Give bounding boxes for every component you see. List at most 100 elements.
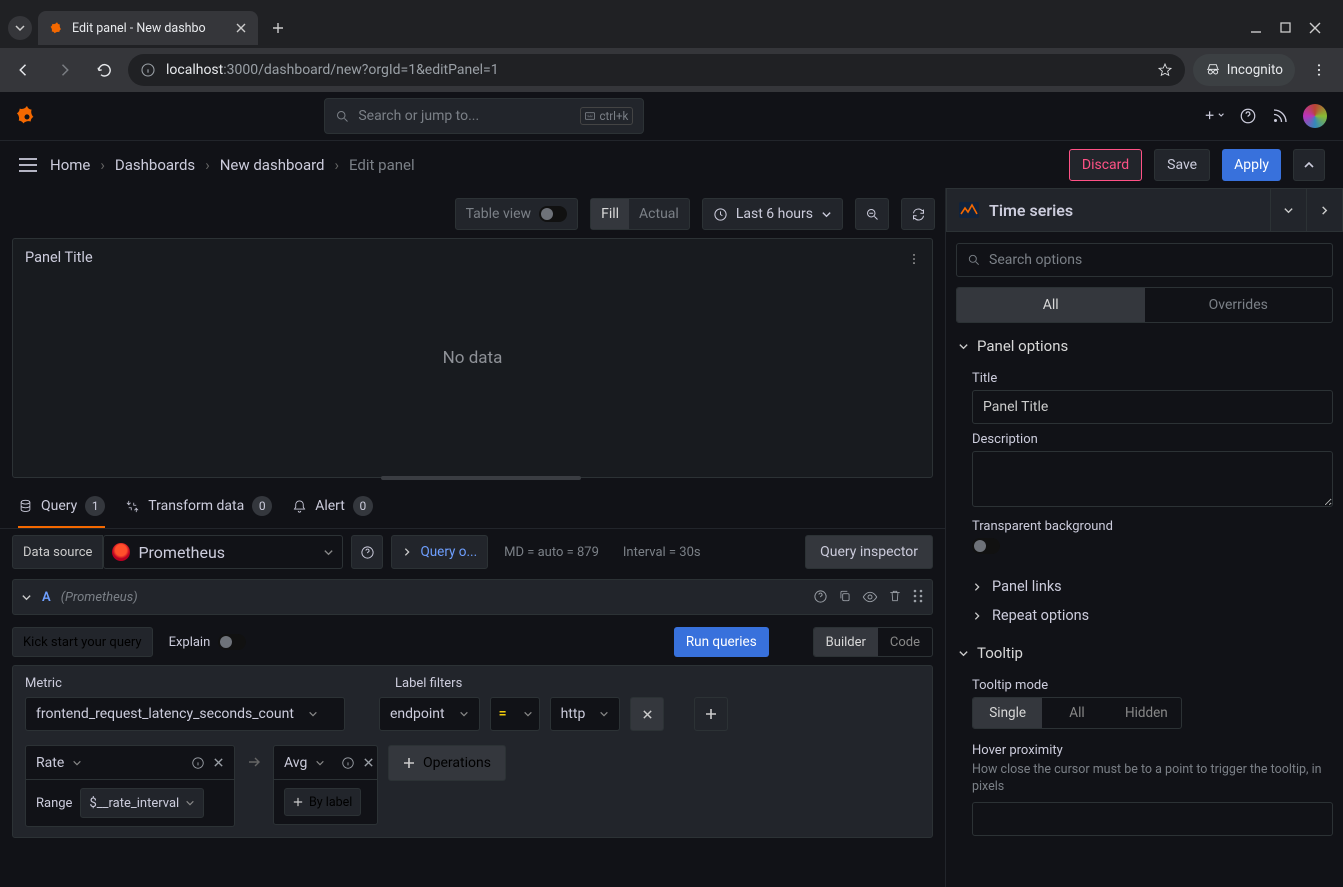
options-tabs[interactable]: All Overrides xyxy=(956,287,1333,323)
hover-prox-input[interactable] xyxy=(972,802,1333,836)
delete-query[interactable] xyxy=(888,589,902,605)
url-path: :3000/dashboard/new?orgId=1&editPanel=1 xyxy=(223,62,498,78)
time-range-picker[interactable]: Last 6 hours xyxy=(702,198,843,230)
close-window-button[interactable] xyxy=(1309,22,1321,34)
user-avatar[interactable] xyxy=(1303,104,1327,128)
explain-toggle[interactable] xyxy=(218,634,246,650)
tooltip-header[interactable]: Tooltip xyxy=(956,630,1333,670)
label-key-select[interactable]: endpoint xyxy=(379,697,480,731)
transparent-toggle[interactable] xyxy=(972,538,1000,554)
hamburger-icon xyxy=(18,158,38,172)
kickstart-button[interactable]: Kick start your query xyxy=(12,627,153,657)
global-search[interactable]: Search or jump to... ctrl+k xyxy=(324,98,644,134)
zoom-out-button[interactable] xyxy=(855,198,889,230)
panel-menu-button[interactable] xyxy=(900,245,928,273)
editor-mode[interactable]: Builder Code xyxy=(813,627,933,657)
run-queries-button[interactable]: Run queries xyxy=(674,627,769,657)
tab-all[interactable]: All xyxy=(957,288,1145,322)
labelfilters-section-label: Label filters xyxy=(395,676,462,691)
description-input[interactable] xyxy=(972,451,1333,507)
save-button[interactable]: Save xyxy=(1154,149,1210,181)
query-name[interactable]: A xyxy=(42,590,51,605)
op-info[interactable] xyxy=(341,756,355,770)
tt-single[interactable]: Single xyxy=(973,698,1042,728)
mode-code[interactable]: Code xyxy=(878,628,932,656)
drag-handle[interactable] xyxy=(912,589,924,605)
panel-options-header[interactable]: Panel options xyxy=(956,323,1333,363)
query-source: (Prometheus) xyxy=(61,590,138,605)
minimize-button[interactable] xyxy=(1250,22,1262,34)
add-label-filter[interactable] xyxy=(694,697,728,731)
tab-overrides[interactable]: Overrides xyxy=(1145,288,1333,322)
query-help[interactable] xyxy=(813,589,828,605)
close-tab-button[interactable] xyxy=(236,23,246,33)
crumb-newdash[interactable]: New dashboard xyxy=(220,156,325,174)
keyboard-icon xyxy=(585,111,595,121)
visualization-picker[interactable]: Time series xyxy=(946,188,1343,232)
bookmark-button[interactable] xyxy=(1157,62,1173,78)
collapse-right-button[interactable] xyxy=(1293,149,1325,181)
fill-option[interactable]: Fill xyxy=(591,199,629,229)
op-info[interactable] xyxy=(191,756,205,770)
datasource-picker[interactable]: Prometheus xyxy=(103,535,343,569)
table-view-toggle[interactable] xyxy=(539,206,567,222)
panel-links-row[interactable]: Panel links xyxy=(972,572,1333,601)
label-value-select[interactable]: http xyxy=(550,697,621,731)
repeat-options-row[interactable]: Repeat options xyxy=(972,601,1333,630)
options-search[interactable]: Search options xyxy=(956,243,1333,277)
right-pane: Time series Search options All Overrides… xyxy=(945,188,1343,887)
query-inspector-button[interactable]: Query inspector xyxy=(805,535,933,569)
actual-option[interactable]: Actual xyxy=(629,199,689,229)
tt-hidden[interactable]: Hidden xyxy=(1112,698,1181,728)
refresh-button[interactable] xyxy=(901,198,935,230)
add-menu-button[interactable] xyxy=(1205,109,1225,123)
toggle-visibility[interactable] xyxy=(862,589,878,605)
remove-label-filter[interactable] xyxy=(630,697,664,731)
op-rate-card: Rate Range $__rate_interval xyxy=(25,745,235,827)
crumb-home[interactable]: Home xyxy=(50,156,90,174)
maximize-button[interactable] xyxy=(1280,22,1291,34)
add-operations-button[interactable]: Operations xyxy=(388,745,506,781)
crumb-dashboards[interactable]: Dashboards xyxy=(115,156,195,174)
tooltip-mode-segment[interactable]: Single All Hidden xyxy=(972,697,1182,729)
op-remove[interactable] xyxy=(363,757,374,768)
datasource-row: Data source Prometheus Query o... MD = a… xyxy=(0,529,945,575)
browser-tab[interactable]: Edit panel - New dashbo xyxy=(38,11,258,45)
discard-button[interactable]: Discard xyxy=(1069,149,1142,181)
fill-actual-segment[interactable]: Fill Actual xyxy=(590,198,690,230)
help-button[interactable] xyxy=(1239,107,1257,125)
plus-icon xyxy=(705,708,717,720)
back-button[interactable] xyxy=(8,54,40,86)
browser-chrome: Edit panel - New dashbo localhost:3000/d… xyxy=(0,0,1343,92)
tab-search-button[interactable] xyxy=(8,16,32,40)
apply-button[interactable]: Apply xyxy=(1222,149,1281,181)
mode-builder[interactable]: Builder xyxy=(814,628,878,656)
collapse-sidebar[interactable] xyxy=(1306,188,1342,232)
tt-all[interactable]: All xyxy=(1042,698,1111,728)
label-op-select[interactable]: = xyxy=(490,697,540,731)
by-label-button[interactable]: By label xyxy=(284,788,361,816)
incognito-badge[interactable]: Incognito xyxy=(1193,54,1295,86)
metric-select[interactable]: frontend_request_latency_seconds_count xyxy=(25,697,345,731)
transparent-label: Transparent background xyxy=(972,519,1333,534)
duplicate-query[interactable] xyxy=(838,589,852,605)
query-collapse[interactable] xyxy=(21,592,32,603)
reload-button[interactable] xyxy=(88,54,120,86)
grafana-logo-icon[interactable] xyxy=(16,105,38,127)
browser-menu-button[interactable] xyxy=(1303,54,1335,86)
tab-query[interactable]: Query 1 xyxy=(18,496,105,528)
title-input[interactable] xyxy=(972,390,1333,424)
news-button[interactable] xyxy=(1271,107,1289,125)
menu-toggle[interactable] xyxy=(18,158,38,172)
new-tab-button[interactable] xyxy=(264,14,292,42)
viz-dropdown[interactable] xyxy=(1270,188,1306,232)
tab-alert[interactable]: Alert 0 xyxy=(292,496,373,528)
datasource-help[interactable] xyxy=(351,535,383,569)
op-remove[interactable] xyxy=(213,757,224,768)
forward-button[interactable] xyxy=(48,54,80,86)
range-select[interactable]: $__rate_interval xyxy=(80,788,204,818)
query-options-toggle[interactable]: Query o... xyxy=(391,535,488,569)
address-bar[interactable]: localhost:3000/dashboard/new?orgId=1&edi… xyxy=(128,54,1185,86)
tab-transform[interactable]: Transform data 0 xyxy=(125,496,272,528)
panel-resize-handle[interactable] xyxy=(381,476,581,480)
